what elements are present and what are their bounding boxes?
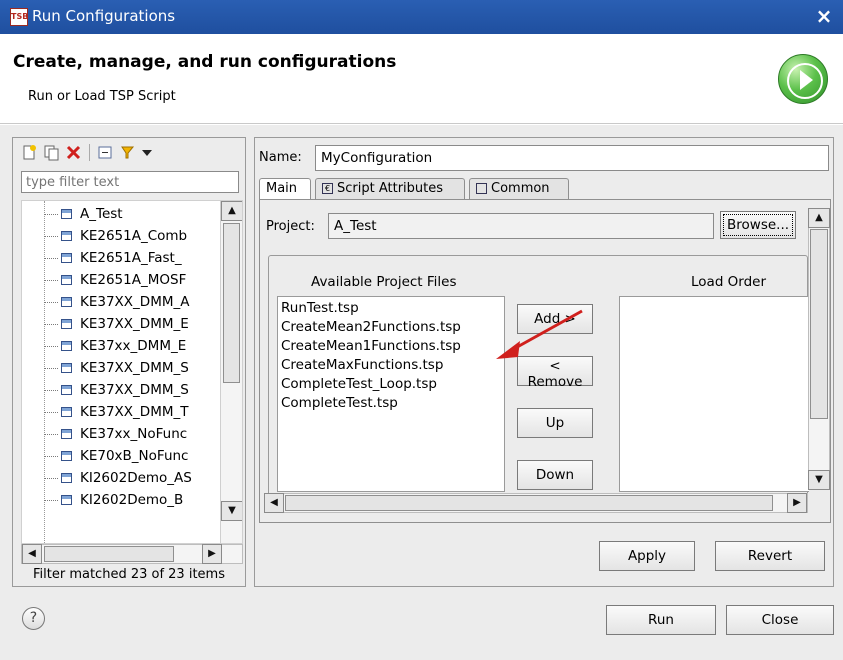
load-order-list[interactable] xyxy=(619,296,809,492)
filter-input[interactable] xyxy=(21,171,239,193)
scroll-left-arrow-icon[interactable]: ◀ xyxy=(22,544,42,564)
tab-script-attributes[interactable]: € Script Attributes xyxy=(315,178,465,200)
scroll-up-arrow-icon[interactable]: ▲ xyxy=(808,208,830,228)
annotation-arrow-icon xyxy=(496,309,583,359)
configuration-icon xyxy=(61,495,72,505)
configuration-icon xyxy=(61,297,72,307)
configuration-icon xyxy=(61,429,72,439)
tab-horizontal-scrollbar[interactable]: ◀ ▶ xyxy=(264,493,808,513)
configuration-icon xyxy=(61,209,72,219)
tree-item[interactable]: KE37xx_NoFunc xyxy=(44,423,187,445)
configuration-icon xyxy=(61,341,72,351)
tree-item[interactable]: KE37XX_DMM_S xyxy=(44,357,189,379)
tab-vertical-scrollbar[interactable]: ▲ ▼ xyxy=(808,208,830,490)
tree-item[interactable]: KE70xB_NoFunc xyxy=(44,445,188,467)
tree-item[interactable]: KE37XX_DMM_E xyxy=(44,313,189,335)
dialog-body: A_Test KE2651A_Comb KE2651A_Fast_ KE2651… xyxy=(0,125,843,660)
configuration-icon xyxy=(61,231,72,241)
delete-icon[interactable] xyxy=(65,144,82,161)
scrollbar-thumb[interactable] xyxy=(285,495,773,511)
tree-item[interactable]: KE37XX_DMM_S xyxy=(44,379,189,401)
tree-horizontal-scrollbar[interactable]: ◀ ▶ xyxy=(21,544,243,564)
configuration-icon xyxy=(61,407,72,417)
scroll-right-arrow-icon[interactable]: ▶ xyxy=(202,544,222,564)
list-item[interactable]: CreateMean1Functions.tsp xyxy=(281,337,501,356)
configuration-editor-panel: Name: Main €Script Attributes Common Pro… xyxy=(254,137,834,587)
run-button[interactable]: Run xyxy=(606,605,716,635)
configuration-icon xyxy=(61,385,72,395)
list-item[interactable]: RunTest.tsp xyxy=(281,299,501,318)
up-button[interactable]: Up xyxy=(517,408,593,438)
scrollbar-thumb[interactable] xyxy=(44,546,174,562)
tree-item[interactable]: KE2651A_Fast_ xyxy=(44,247,182,269)
configuration-tree: A_Test KE2651A_Comb KE2651A_Fast_ KE2651… xyxy=(21,200,243,544)
close-button[interactable]: Close xyxy=(726,605,834,635)
name-label: Name: xyxy=(259,150,302,165)
project-field[interactable] xyxy=(328,213,714,239)
tree-item[interactable]: KE2651A_Comb xyxy=(44,225,187,247)
view-menu-icon[interactable] xyxy=(139,144,156,161)
filter-icon[interactable] xyxy=(119,144,136,161)
dialog-subtitle: Run or Load TSP Script xyxy=(28,89,176,104)
collapse-all-icon[interactable] xyxy=(97,144,114,161)
browse-button[interactable]: Browse... xyxy=(720,211,796,239)
list-item[interactable]: CreateMaxFunctions.tsp xyxy=(281,356,501,375)
window-title: Run Configurations xyxy=(32,7,176,25)
available-files-label: Available Project Files xyxy=(311,274,457,290)
apply-button[interactable]: Apply xyxy=(599,541,695,571)
list-item[interactable]: CompleteTest_Loop.tsp xyxy=(281,375,501,394)
common-tab-icon xyxy=(476,183,487,194)
filter-status-text: Filter matched 23 of 23 items xyxy=(33,567,225,582)
tree-item[interactable]: KE37XX_DMM_A xyxy=(44,291,189,313)
app-icon: TSB xyxy=(10,8,28,26)
project-label: Project: xyxy=(266,219,315,234)
configuration-icon xyxy=(61,275,72,285)
tree-item[interactable]: KE2651A_MOSF xyxy=(44,269,186,291)
available-files-list[interactable]: RunTest.tsp CreateMean2Functions.tsp Cre… xyxy=(277,296,505,492)
tree-vertical-scrollbar[interactable]: ▲ ▼ xyxy=(220,201,242,543)
script-attributes-icon: € xyxy=(322,183,333,194)
toolbar-separator xyxy=(89,144,90,161)
new-configuration-icon[interactable] xyxy=(21,144,38,161)
duplicate-icon[interactable] xyxy=(43,144,60,161)
configuration-list-panel: A_Test KE2651A_Comb KE2651A_Fast_ KE2651… xyxy=(12,137,246,587)
scrollbar-thumb[interactable] xyxy=(223,223,240,383)
configuration-icon xyxy=(61,319,72,329)
tree-item[interactable]: KE37xx_DMM_E xyxy=(44,335,186,357)
configuration-icon xyxy=(61,253,72,263)
dialog-title: Create, manage, and run configurations xyxy=(13,52,397,72)
configuration-icon xyxy=(61,451,72,461)
close-window-button[interactable]: × xyxy=(811,5,837,27)
list-item[interactable]: CreateMean2Functions.tsp xyxy=(281,318,501,337)
tab-common[interactable]: Common xyxy=(469,178,569,200)
tree-item[interactable]: KI2602Demo_B xyxy=(44,489,183,511)
load-order-label: Load Order xyxy=(691,274,767,290)
scroll-down-arrow-icon[interactable]: ▼ xyxy=(808,470,830,490)
tree-item[interactable]: KI2602Demo_AS xyxy=(44,467,192,489)
window-titlebar: TSB Run Configurations × xyxy=(0,0,843,34)
tree-item[interactable]: KE37XX_DMM_T xyxy=(44,401,189,423)
run-icon xyxy=(778,54,828,104)
configuration-toolbar xyxy=(13,138,245,168)
project-files-group: Available Project Files Load Order RunTe… xyxy=(268,255,809,505)
dialog-header: Create, manage, and run configurations R… xyxy=(0,34,843,124)
scroll-left-arrow-icon[interactable]: ◀ xyxy=(264,493,284,513)
scroll-right-arrow-icon[interactable]: ▶ xyxy=(787,493,807,513)
scroll-down-arrow-icon[interactable]: ▼ xyxy=(221,501,242,521)
name-field[interactable] xyxy=(315,145,829,171)
revert-button[interactable]: Revert xyxy=(715,541,825,571)
tab-main[interactable]: Main xyxy=(259,178,311,200)
tree-item[interactable]: A_Test xyxy=(44,203,123,225)
scrollbar-thumb[interactable] xyxy=(810,229,828,419)
main-tab-content: Project: Browse... Available Project Fil… xyxy=(259,199,831,523)
scroll-up-arrow-icon[interactable]: ▲ xyxy=(221,201,242,221)
configuration-icon xyxy=(61,363,72,373)
down-button[interactable]: Down xyxy=(517,460,593,490)
configuration-icon xyxy=(61,473,72,483)
list-item[interactable]: CompleteTest.tsp xyxy=(281,394,501,413)
help-icon[interactable]: ? xyxy=(22,607,45,630)
